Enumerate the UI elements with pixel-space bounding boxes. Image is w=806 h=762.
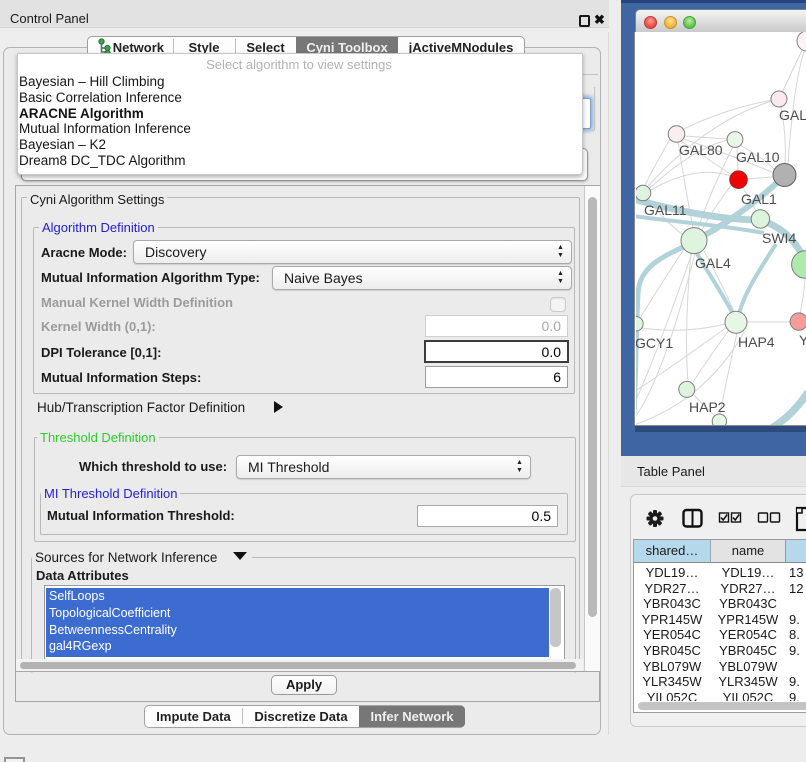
svg-text:GAL10: GAL10 — [736, 149, 780, 165]
svg-text:GCY1: GCY1 — [636, 335, 673, 351]
svg-text:SWI4: SWI4 — [762, 230, 796, 246]
svg-text:GAL80: GAL80 — [679, 142, 723, 158]
svg-text:HAP4: HAP4 — [738, 334, 775, 350]
svg-text:GAL1: GAL1 — [741, 191, 777, 207]
svg-text:HAP2: HAP2 — [689, 399, 726, 415]
svg-text:GAL11: GAL11 — [644, 202, 687, 218]
svg-text:GAL4: GAL4 — [695, 255, 731, 271]
svg-text:GAL7: GAL7 — [779, 107, 806, 123]
svg-text:Y: Y — [799, 332, 806, 348]
